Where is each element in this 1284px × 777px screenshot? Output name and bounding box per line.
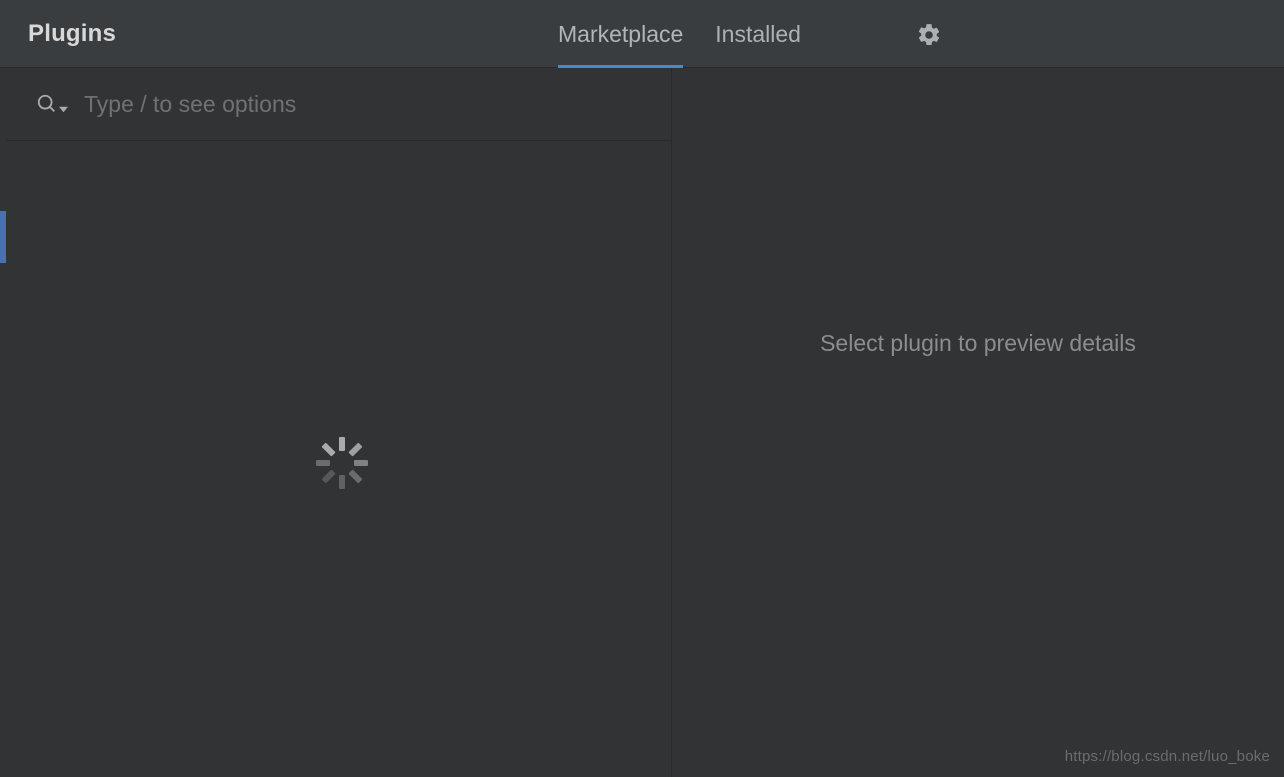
left-panel bbox=[0, 68, 672, 777]
search-icon[interactable] bbox=[36, 91, 70, 117]
search-row bbox=[6, 68, 671, 141]
header-bar: Plugins Marketplace Installed bbox=[0, 0, 1284, 68]
page-title: Plugins bbox=[28, 20, 116, 48]
plugin-list-area bbox=[0, 141, 671, 777]
right-panel: Select plugin to preview details bbox=[672, 68, 1284, 777]
tab-bar: Marketplace Installed bbox=[558, 0, 801, 68]
content-body: Select plugin to preview details bbox=[0, 68, 1284, 777]
tab-installed[interactable]: Installed bbox=[715, 0, 801, 68]
tab-marketplace[interactable]: Marketplace bbox=[558, 0, 683, 68]
loading-spinner-icon bbox=[316, 437, 368, 489]
watermark-text: https://blog.csdn.net/luo_boke bbox=[1065, 748, 1270, 765]
empty-preview-message: Select plugin to preview details bbox=[820, 330, 1136, 357]
gear-icon[interactable] bbox=[916, 22, 942, 48]
search-input[interactable] bbox=[82, 90, 671, 119]
